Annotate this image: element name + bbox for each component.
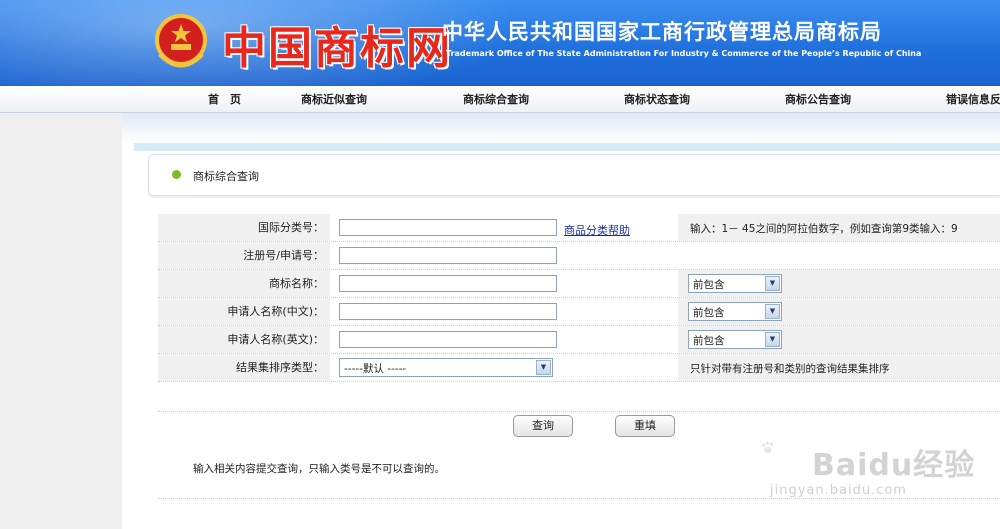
nav-announcement-search[interactable]: 商标公告查询	[785, 91, 851, 107]
label-cell: 注册号/申请号：	[158, 242, 330, 269]
national-emblem-icon	[155, 14, 207, 68]
header-banner: 中国商标网 中华人民共和国国家工商行政管理总局商标局 Trademark Off…	[0, 0, 1000, 86]
input-cell	[332, 242, 676, 269]
reg-number-input[interactable]	[339, 247, 557, 264]
nav-status-search[interactable]: 商标状态查询	[624, 91, 690, 107]
input-cell	[332, 298, 676, 325]
select-value: 前包含	[693, 279, 725, 291]
watermark-brand: Baidu经验	[812, 448, 976, 483]
content-accent-strip	[134, 143, 1000, 151]
form-row-applicant-en: 申请人名称(英文)： 前包含 ▼	[158, 326, 1000, 354]
nav-home[interactable]: 首 页	[208, 91, 241, 107]
input-cell	[332, 270, 676, 297]
reg-number-label: 注册号/申请号：	[243, 249, 324, 262]
input-cell	[332, 326, 676, 353]
select-value: -----默认 -----	[344, 363, 407, 375]
label-cell: 申请人名称(中文)：	[158, 298, 330, 325]
content-top-band	[122, 113, 1000, 143]
sort-type-hint: 只针对带有注册号和类别的查询结果集排序	[690, 363, 890, 375]
option-cell: 前包含 ▼	[678, 326, 1000, 353]
panel-title-box: 商标综合查询	[148, 154, 1000, 196]
panel-title: 商标综合查询	[193, 170, 259, 183]
select-value: 前包含	[693, 335, 725, 347]
label-cell: 国际分类号：	[158, 214, 330, 241]
hint-cell: 只针对带有注册号和类别的查询结果集排序	[678, 354, 1000, 381]
nav-comprehensive-search[interactable]: 商标综合查询	[463, 91, 529, 107]
baidu-paw-icon	[762, 441, 774, 454]
search-button[interactable]: 查询	[513, 415, 573, 437]
left-gutter	[0, 113, 122, 529]
form-row-tm-name: 商标名称： 前包含 ▼	[158, 270, 1000, 298]
form-row-sort: 结果集排序类型： -----默认 ----- ▼ 只针对带有注册号和类别的查询结…	[158, 354, 1000, 382]
org-title-cn: 中华人民共和国国家工商行政管理总局商标局	[442, 20, 882, 44]
label-cell: 申请人名称(英文)：	[158, 326, 330, 353]
applicant-cn-input[interactable]	[339, 303, 557, 320]
chevron-down-icon[interactable]: ▼	[765, 304, 780, 319]
applicant-en-label: 申请人名称(英文)：	[227, 333, 324, 346]
divider	[158, 498, 1000, 499]
trademark-name-label: 商标名称：	[269, 277, 324, 290]
chevron-down-icon[interactable]: ▼	[765, 332, 780, 347]
class-number-hint: 输入：1－ 45之间的阿拉伯数字，例如查询第9类输入：9	[690, 223, 958, 235]
label-cell: 结果集排序类型：	[158, 354, 330, 381]
select-value: 前包含	[693, 307, 725, 319]
input-cell: 商品分类帮助	[332, 214, 676, 241]
hint-cell	[678, 242, 1000, 269]
hint-cell: 输入：1－ 45之间的阿拉伯数字，例如查询第9类输入：9	[678, 214, 1000, 241]
applicant-en-match-select[interactable]: 前包含 ▼	[688, 330, 782, 349]
usage-note: 输入相关内容提交查询，只输入类号是不可以查询的。	[193, 463, 445, 475]
form-row-applicant-cn: 申请人名称(中文)： 前包含 ▼	[158, 298, 1000, 326]
option-cell: 前包含 ▼	[678, 298, 1000, 325]
nav-error-report[interactable]: 错误信息反	[946, 91, 1000, 107]
main-nav: 首 页 商标近似查询 商标综合查询 商标状态查询 商标公告查询 错误信息反	[0, 86, 1000, 113]
applicant-cn-match-select[interactable]: 前包含 ▼	[688, 302, 782, 321]
reset-button[interactable]: 重填	[615, 415, 675, 437]
form-row-class: 国际分类号： 商品分类帮助 输入：1－ 45之间的阿拉伯数字，例如查询第9类输入…	[158, 214, 1000, 242]
chevron-down-icon[interactable]: ▼	[536, 360, 551, 375]
watermark-url: jingyan.baidu.com	[770, 483, 907, 498]
input-cell: -----默认 ----- ▼	[332, 354, 676, 381]
class-number-label: 国际分类号：	[258, 221, 324, 234]
button-row: 查询 重填	[158, 411, 1000, 442]
chevron-down-icon[interactable]: ▼	[765, 276, 780, 291]
applicant-cn-label: 申请人名称(中文)：	[227, 305, 324, 318]
search-form: 国际分类号： 商品分类帮助 输入：1－ 45之间的阿拉伯数字，例如查询第9类输入…	[158, 214, 1000, 382]
option-cell: 前包含 ▼	[678, 270, 1000, 297]
class-number-input[interactable]	[339, 219, 557, 236]
applicant-en-input[interactable]	[339, 331, 557, 348]
bullet-icon	[172, 170, 181, 179]
form-row-reg-no: 注册号/申请号：	[158, 242, 1000, 270]
sort-type-select[interactable]: -----默认 ----- ▼	[339, 358, 553, 377]
sort-type-label: 结果集排序类型：	[236, 361, 324, 374]
class-help-link[interactable]: 商品分类帮助	[564, 222, 630, 238]
label-cell: 商标名称：	[158, 270, 330, 297]
nav-similar-search[interactable]: 商标近似查询	[301, 91, 367, 107]
site-logo[interactable]: 中国商标网	[222, 12, 452, 76]
trademark-name-input[interactable]	[339, 275, 557, 292]
trademark-name-match-select[interactable]: 前包含 ▼	[688, 274, 782, 293]
org-title-en: Trademark Office of The State Administra…	[446, 49, 922, 58]
